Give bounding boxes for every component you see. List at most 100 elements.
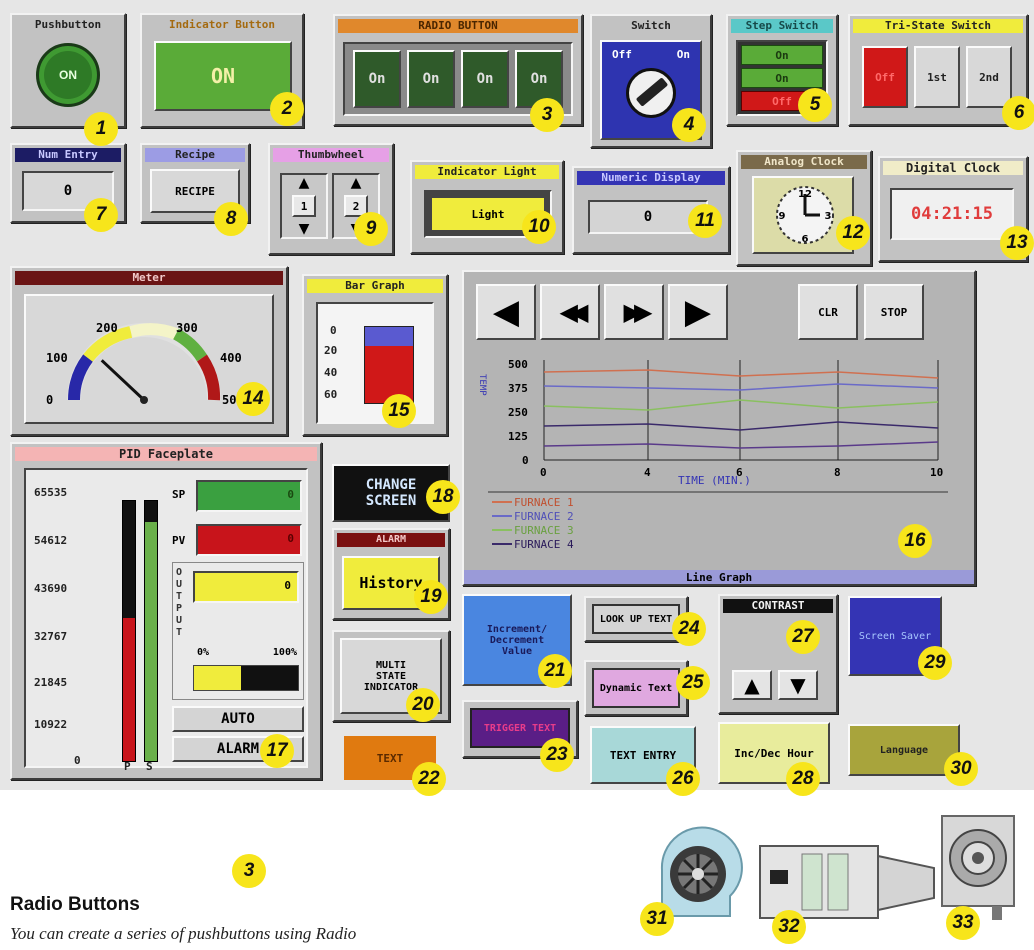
callout-badge-5: 5	[798, 88, 832, 122]
pid-s-label: S	[146, 760, 153, 773]
pid-output-fill	[194, 666, 241, 690]
callout-badge-20: 20	[406, 688, 440, 722]
switch-knob[interactable]	[626, 68, 676, 118]
tristate-off-button[interactable]: Off	[862, 46, 908, 108]
pid-p-bar	[122, 500, 136, 762]
scroll-right-button[interactable]: ▶	[668, 284, 728, 340]
alarm-history-title: ALARM	[337, 533, 445, 547]
pid-sp-label: SP	[172, 488, 186, 501]
pid-title: PID Faceplate	[15, 447, 317, 461]
meter-tick-label: 400	[220, 351, 242, 365]
callout-badge-19: 19	[414, 580, 448, 614]
digital-clock-title: Digital Clock	[883, 161, 1023, 175]
callout-badge-12: 12	[836, 216, 870, 250]
bar-tick-label: 40	[324, 366, 338, 379]
callout-badge-2: 2	[270, 92, 304, 126]
callout-badge-8: 8	[214, 202, 248, 236]
contrast-down-button[interactable]: ▼	[778, 670, 818, 700]
triangle-up-icon: ▲	[744, 673, 760, 697]
bar-graph-panel: Bar Graph 0 20 40 60	[302, 274, 448, 436]
callout-badge-7: 7	[84, 198, 118, 232]
pid-scale-label: 65535	[34, 486, 68, 499]
meter-gauge: 0 100 200 300 400 500	[46, 321, 244, 407]
y-tick-label: 500	[508, 358, 528, 371]
callout-badge-28: 28	[786, 762, 820, 796]
y-tick-label: 375	[508, 382, 528, 395]
callout-badge-29: 29	[918, 646, 952, 680]
dynamic-text-panel: Dynamic Text	[584, 660, 688, 716]
callout-badge-9: 9	[354, 212, 388, 246]
fast-forward-icon: ▶▶	[623, 298, 653, 326]
line-graph-xlabel: TIME (MIN.)	[678, 474, 751, 487]
centrifugal-fan-icon	[941, 815, 1015, 920]
multistate-line: STATE	[375, 670, 407, 682]
pid-sp-value[interactable]: 0	[196, 480, 302, 512]
contrast-title: CONTRAST	[723, 599, 833, 613]
indicator-light-title: Indicator Light	[415, 165, 559, 179]
bar-graph-title: Bar Graph	[307, 279, 443, 293]
radio-option-1[interactable]: On	[353, 50, 401, 108]
fast-forward-button[interactable]: ▶▶	[604, 284, 664, 340]
legend-furnace-2: FURNACE 2	[514, 510, 574, 523]
stop-button[interactable]: STOP	[864, 284, 924, 340]
pid-pct100-label: 100%	[272, 647, 297, 658]
analog-clock-title: Analog Clock	[741, 155, 867, 169]
callout-badge-21: 21	[538, 654, 572, 688]
meter-tick-label: 0	[46, 393, 53, 407]
scroll-left-button[interactable]: ◀	[476, 284, 536, 340]
radio-option-2[interactable]: On	[407, 50, 455, 108]
clock-icon: 12 3 6 9	[776, 186, 834, 245]
thumbwheel-up-icon[interactable]: ▲	[282, 175, 326, 191]
pid-auto-button[interactable]: AUTO	[172, 706, 304, 732]
x-tick-label: 10	[930, 466, 943, 479]
pid-output-value[interactable]: 0	[193, 571, 299, 603]
meter-needle	[100, 359, 146, 402]
step-switch-title: Step Switch	[731, 19, 833, 33]
pid-pv-value: 0	[196, 524, 302, 556]
thumbwheel-digit-1[interactable]: ▲ 1 ▼	[280, 173, 328, 239]
fast-rewind-button[interactable]: ◀◀	[540, 284, 600, 340]
step-option-2[interactable]: On	[741, 68, 823, 88]
tristate-2nd-button[interactable]: 2nd	[966, 46, 1012, 108]
multistate-line: INDICATOR	[363, 681, 419, 693]
thumbwheel-title: Thumbwheel	[273, 148, 389, 162]
section-heading: Radio Buttons	[10, 894, 140, 915]
change-screen-line2: SCREEN	[365, 493, 417, 509]
pid-pct0-label: 0%	[197, 647, 210, 658]
tristate-panel: Tri-State Switch Off 1st 2nd	[848, 14, 1028, 126]
callout-badge-27: 27	[786, 620, 820, 654]
pid-faceplate-panel: PID Faceplate 65535 54612 43690 32767 21…	[10, 442, 322, 780]
change-screen-line1: CHANGE	[365, 477, 417, 493]
step-option-1[interactable]: On	[741, 45, 823, 65]
recipe-title: Recipe	[145, 148, 245, 162]
hmi-screen: Pushbutton ON Indicator Button ON RADIO …	[0, 0, 1034, 796]
contrast-up-button[interactable]: ▲	[732, 670, 772, 700]
clock-mark-12: 12	[798, 189, 812, 200]
callout-badge-18: 18	[426, 480, 460, 514]
callout-badge-11: 11	[688, 204, 722, 238]
multistate-line: MULTI	[375, 659, 407, 671]
legend-furnace-1: FURNACE 1	[514, 496, 574, 509]
callout-badge-24: 24	[672, 612, 706, 646]
switch-on-label: On	[676, 48, 690, 61]
callout-badge-23: 23	[540, 738, 574, 772]
pid-p-fill	[123, 618, 135, 761]
legend-furnace-3: FURNACE 3	[514, 524, 574, 537]
clr-button[interactable]: CLR	[798, 284, 858, 340]
radio-button-title: RADIO BUTTON	[338, 19, 578, 33]
callout-badge-25: 25	[676, 666, 710, 700]
y-tick-label: 250	[508, 406, 528, 419]
pushbutton-on-button[interactable]: ON	[36, 43, 100, 107]
pid-p-label: P	[124, 760, 131, 773]
line-graph-ylabel: TEMP	[478, 374, 487, 396]
radio-option-3[interactable]: On	[461, 50, 509, 108]
thumbwheel-down-icon[interactable]: ▼	[282, 221, 326, 237]
triangle-right-icon: ▶	[684, 292, 712, 332]
section-badge: 3	[232, 854, 266, 888]
section-body-text: You can create a series of pushbuttons u…	[10, 924, 357, 943]
num-entry-title: Num Entry	[15, 148, 121, 162]
thumbwheel-up-icon[interactable]: ▲	[334, 175, 378, 191]
callout-badge-3: 3	[530, 98, 564, 132]
pid-output-label: OUTPUT	[176, 567, 183, 638]
tristate-1st-button[interactable]: 1st	[914, 46, 960, 108]
